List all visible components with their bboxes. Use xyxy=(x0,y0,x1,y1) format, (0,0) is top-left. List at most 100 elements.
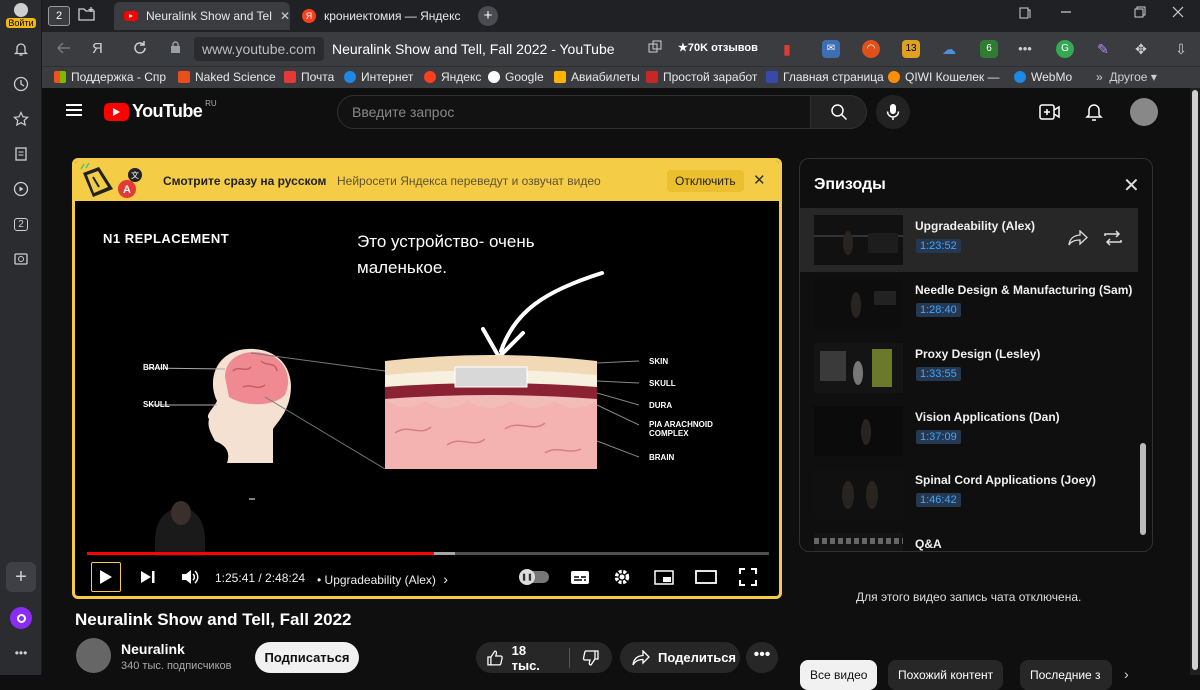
share-button[interactable]: Поделиться xyxy=(620,642,740,673)
history-icon[interactable] xyxy=(0,67,42,101)
channel-name[interactable]: Neuralink xyxy=(121,641,185,657)
episode-item[interactable]: Proxy Design (Lesley) 1:33:55 xyxy=(800,336,1138,400)
settings-button[interactable] xyxy=(609,562,635,592)
subscribe-button[interactable]: Подписаться xyxy=(255,642,359,673)
like-button[interactable]: 18 тыс. xyxy=(476,643,570,673)
next-button[interactable] xyxy=(135,562,161,592)
notifications-icon[interactable] xyxy=(1082,100,1106,124)
chips-next-icon[interactable]: › xyxy=(1124,666,1129,682)
play-circle-icon[interactable] xyxy=(0,172,42,206)
bookmark-item[interactable]: Главная страница xyxy=(766,70,884,84)
lock-icon[interactable] xyxy=(170,41,181,57)
video-player[interactable]: A 文 Смотрите сразу на русском Нейросети … xyxy=(72,158,782,599)
alice-icon[interactable] xyxy=(0,601,42,635)
pin-icon[interactable] xyxy=(1018,6,1032,23)
tab-close-icon[interactable]: ✕ xyxy=(280,9,290,23)
episodes-scrollbar[interactable] xyxy=(1140,443,1146,535)
episode-timestamp[interactable]: 1:28:40 xyxy=(916,303,961,317)
search-input[interactable]: Введите запрос xyxy=(337,95,811,129)
dots-extension-icon[interactable]: ••• xyxy=(1016,40,1034,58)
search-button[interactable] xyxy=(811,95,867,129)
url-field[interactable]: www.youtube.com xyxy=(194,37,324,61)
account-avatar[interactable] xyxy=(1130,98,1158,126)
bookmark-item[interactable]: WebMo xyxy=(1014,70,1072,84)
new-tab-button[interactable]: + xyxy=(478,6,498,26)
progress-bar[interactable] xyxy=(87,552,769,555)
g-extension-icon[interactable]: G xyxy=(1056,40,1074,58)
bookmark-item[interactable]: Почта xyxy=(284,70,334,84)
mail-extension-icon[interactable]: ✉ xyxy=(822,40,840,58)
star-icon[interactable] xyxy=(0,102,42,136)
close-banner-icon[interactable]: ✕ xyxy=(753,171,766,189)
bell-icon[interactable] xyxy=(0,32,42,66)
add-panel-button[interactable]: + xyxy=(6,562,36,592)
back-arrow-icon[interactable] xyxy=(56,40,72,61)
bookmark-flag-icon[interactable]: ▮ xyxy=(778,40,796,58)
episode-item[interactable]: Q&A xyxy=(800,526,1138,551)
yandex-home-icon[interactable]: Я xyxy=(92,40,103,57)
miniplayer-button[interactable] xyxy=(651,562,677,592)
subtitles-button[interactable] xyxy=(567,562,593,592)
reviews-badge[interactable]: ★70K отзывов xyxy=(678,41,758,54)
shield-extension-icon[interactable]: 6 xyxy=(980,40,998,58)
volume-button[interactable] xyxy=(177,562,203,592)
close-episodes-icon[interactable]: ✕ xyxy=(1123,173,1140,198)
restore-icon[interactable] xyxy=(1134,6,1146,21)
disable-translation-button[interactable]: Отключить xyxy=(667,170,744,192)
tab-youtube[interactable]: Neuralink Show and Tell ✕ xyxy=(114,2,290,30)
menu-icon[interactable] xyxy=(66,104,82,116)
episode-timestamp[interactable]: 1:37:09 xyxy=(916,430,961,444)
bookmark-item[interactable]: QIWI Кошелек — xyxy=(888,70,1000,84)
minimize-icon[interactable] xyxy=(1060,6,1072,21)
calendar-extension-icon[interactable]: 13 xyxy=(902,40,920,58)
collections-icon[interactable] xyxy=(0,137,42,171)
youtube-logo[interactable]: YouTube RU xyxy=(104,99,217,122)
more-actions-button[interactable]: ••• xyxy=(746,642,778,673)
bookmark-item[interactable]: Простой заработ xyxy=(646,70,757,84)
close-window-icon[interactable] xyxy=(1172,6,1184,21)
chip-related[interactable]: Похожий контент xyxy=(888,660,1004,690)
more-dots-icon[interactable]: ••• xyxy=(0,636,42,670)
tabs-count-icon[interactable]: 2 xyxy=(0,207,42,241)
episode-item[interactable]: Spinal Cord Applications (Joey) 1:46:42 xyxy=(800,462,1138,526)
create-video-icon[interactable] xyxy=(1038,100,1062,124)
bookmarks-overflow[interactable]: » Другое ▾ xyxy=(1096,70,1157,84)
screenshot-icon[interactable] xyxy=(0,242,42,276)
reload-icon[interactable] xyxy=(132,40,148,61)
page-scrollbar-thumb[interactable] xyxy=(1192,90,1198,670)
channel-avatar[interactable] xyxy=(76,638,111,673)
fullscreen-button[interactable] xyxy=(735,562,761,592)
bookmark-item[interactable]: Яндекс xyxy=(424,70,481,84)
play-button[interactable] xyxy=(91,562,121,592)
downloads-icon[interactable]: ⇩ xyxy=(1172,40,1190,58)
episode-item[interactable]: Needle Design & Manufacturing (Sam) 1:28… xyxy=(800,272,1138,336)
chip-recent[interactable]: Последние з xyxy=(1020,660,1112,690)
episode-item[interactable]: Upgradeability (Alex) 1:23:52 xyxy=(800,208,1138,272)
theater-mode-button[interactable] xyxy=(693,562,719,592)
share-arrow-icon[interactable] xyxy=(1068,229,1088,251)
episode-item[interactable]: Vision Applications (Dan) 1:37:09 xyxy=(800,399,1138,463)
episode-timestamp[interactable]: 1:23:52 xyxy=(916,239,961,253)
repeat-icon[interactable] xyxy=(1102,230,1124,251)
login-button[interactable]: Войти xyxy=(4,2,38,30)
episode-timestamp[interactable]: 1:46:42 xyxy=(916,493,961,507)
chapter-title[interactable]: • Upgradeability (Alex) › xyxy=(317,571,448,587)
folder-add-icon[interactable] xyxy=(78,6,98,26)
tab-yandex[interactable]: Я крониектомия — Яндекс xyxy=(292,2,468,30)
puzzle-extension-icon[interactable]: ✥ xyxy=(1132,40,1150,58)
chip-all-videos[interactable]: Все видео xyxy=(800,660,878,690)
bookmark-item[interactable]: Naked Science xyxy=(178,70,276,84)
bookmark-item[interactable]: Интернет xyxy=(344,70,413,84)
bookmark-item[interactable]: Google xyxy=(488,70,544,84)
tab-count-button[interactable]: 2 xyxy=(48,6,70,26)
bookmark-item[interactable]: Поддержка - Спр xyxy=(54,70,166,84)
copy-link-icon[interactable] xyxy=(648,40,662,59)
weather-extension-icon[interactable]: ☁ xyxy=(940,40,958,58)
voice-search-button[interactable] xyxy=(876,95,910,129)
episode-timestamp[interactable]: 1:33:55 xyxy=(916,367,961,381)
autoplay-toggle[interactable]: ❚❚ xyxy=(519,562,551,592)
headphones-extension-icon[interactable]: ◠ xyxy=(862,40,880,58)
dislike-button[interactable] xyxy=(570,649,612,667)
bookmark-item[interactable]: Авиабилеты xyxy=(554,70,640,84)
feather-extension-icon[interactable]: ✎ xyxy=(1094,40,1112,58)
